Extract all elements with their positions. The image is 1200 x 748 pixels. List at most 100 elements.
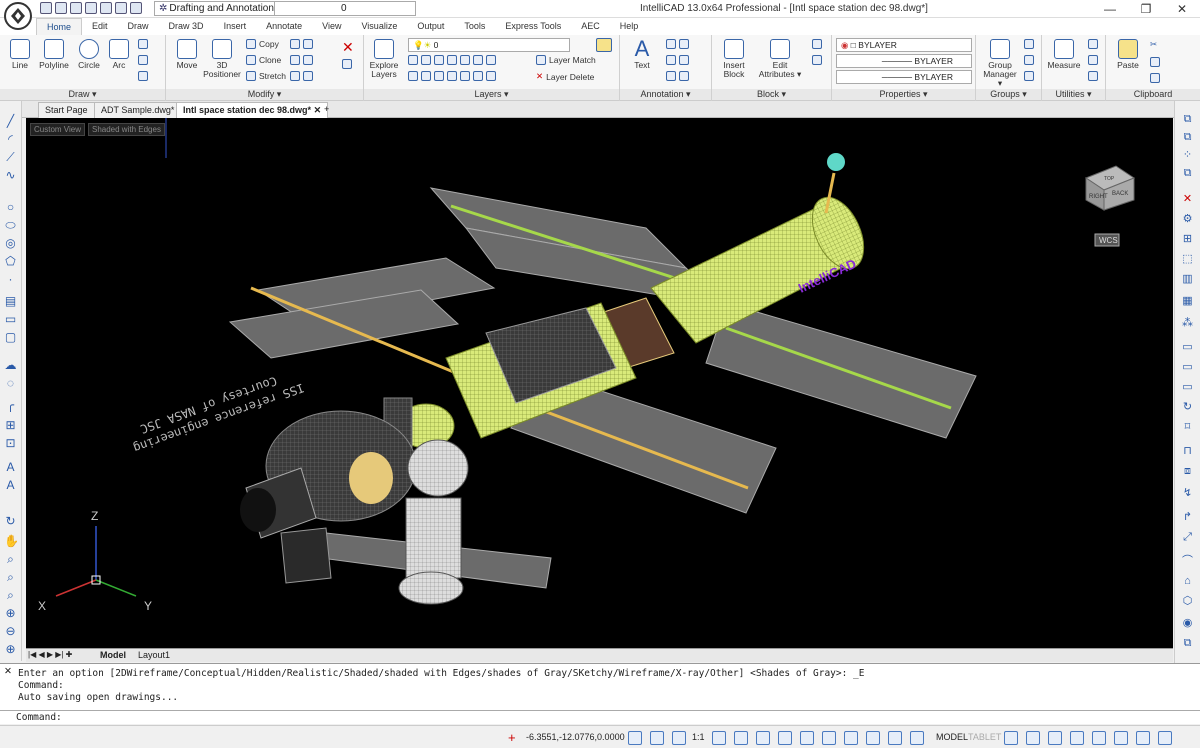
rotate-icon[interactable] bbox=[290, 39, 313, 49]
zoom-extents-icon[interactable]: ⌕ bbox=[4, 589, 17, 602]
close-button[interactable]: ✕ bbox=[1164, 0, 1200, 18]
maximize-button[interactable]: ❐ bbox=[1128, 0, 1164, 18]
view-cube[interactable]: RIGHT BACK TOP WCS bbox=[1084, 165, 1136, 247]
isolate-icon[interactable] bbox=[1092, 731, 1106, 745]
properties-panel-label[interactable]: Properties ▾ bbox=[832, 89, 975, 100]
modify-icon-11[interactable]: ▭ bbox=[1181, 341, 1194, 354]
3d-positioner-tool[interactable]: 3D Positioner bbox=[202, 39, 242, 79]
zoom-window-icon[interactable]: ⌕ bbox=[4, 571, 17, 584]
tab-express-tools[interactable]: Express Tools bbox=[495, 18, 571, 35]
zoom-icon[interactable]: ⌕ bbox=[4, 553, 17, 566]
pan-icon[interactable]: ✋ bbox=[4, 535, 19, 548]
modify-icon-4[interactable]: ⧉ bbox=[1181, 167, 1194, 180]
modify-icon-5[interactable]: ⚙ bbox=[1181, 213, 1194, 226]
modify-icon-12[interactable]: ▭ bbox=[1181, 361, 1194, 374]
draw-panel-label[interactable]: Draw ▾ bbox=[0, 89, 165, 100]
measure-tool[interactable]: Measure bbox=[1044, 39, 1084, 70]
modify-icon-16[interactable]: ⊓ bbox=[1181, 445, 1194, 458]
dimension-icon[interactable] bbox=[666, 39, 689, 49]
copy-clip-icon[interactable] bbox=[1150, 57, 1160, 67]
dyn-toggle[interactable] bbox=[822, 731, 836, 745]
modify-icon-15[interactable]: ⌑ bbox=[1181, 421, 1194, 434]
tab-edit[interactable]: Edit bbox=[82, 18, 118, 35]
print-icon[interactable] bbox=[100, 2, 112, 14]
tab-draw[interactable]: Draw bbox=[118, 18, 159, 35]
modify-icon-23[interactable]: ⬡ bbox=[1181, 595, 1194, 608]
circle-tool[interactable]: Circle bbox=[74, 39, 104, 70]
layers-panel-label[interactable]: Layers ▾ bbox=[364, 89, 619, 100]
block-panel-label[interactable]: Block ▾ bbox=[712, 89, 831, 100]
redo-icon[interactable] bbox=[130, 2, 142, 14]
explode-icon[interactable] bbox=[342, 59, 352, 69]
tab-annotate[interactable]: Annotate bbox=[256, 18, 312, 35]
modify-icon-2[interactable]: ⧉ bbox=[1181, 131, 1194, 144]
rectangle-icon[interactable]: ▭ bbox=[4, 313, 17, 326]
tab-draw-3d[interactable]: Draw 3D bbox=[159, 18, 214, 35]
move-tool[interactable]: Move bbox=[172, 39, 202, 70]
paste-tool[interactable]: Paste bbox=[1112, 39, 1144, 70]
open-icon[interactable] bbox=[55, 2, 67, 14]
zoom-out-icon[interactable]: ⊖ bbox=[4, 625, 17, 638]
line-tool[interactable]: Line bbox=[6, 39, 34, 70]
view-cube-back[interactable]: BACK bbox=[1112, 191, 1128, 197]
color-dropdown[interactable]: ◉ □ BYLAYER bbox=[836, 38, 972, 52]
annotation-panel-label[interactable]: Annotation ▾ bbox=[620, 89, 711, 100]
tp-toggle[interactable] bbox=[910, 731, 924, 745]
region-icon[interactable]: ▢ bbox=[4, 331, 17, 344]
modify-icon-7[interactable]: ⬚ bbox=[1181, 253, 1194, 266]
qp-toggle[interactable] bbox=[800, 731, 814, 745]
spline-icon[interactable] bbox=[138, 55, 148, 65]
tab-output[interactable]: Output bbox=[407, 18, 454, 35]
mtext-icon[interactable]: A bbox=[4, 479, 17, 492]
line-icon[interactable]: ╱ bbox=[4, 115, 17, 128]
cut-icon[interactable]: ✂ bbox=[1150, 39, 1157, 50]
tab-view[interactable]: View bbox=[312, 18, 351, 35]
lineweight-dropdown[interactable]: ───── BYLAYER bbox=[836, 70, 972, 84]
arc-icon[interactable]: ◜ bbox=[4, 133, 17, 146]
drawing-viewport[interactable]: Custom View Shaded with Edges IntelliCAD… bbox=[26, 118, 1173, 648]
group-manager-tool[interactable]: Group Manager ▾ bbox=[980, 39, 1020, 88]
tab-aec[interactable]: AEC bbox=[571, 18, 610, 35]
modify-icon-22[interactable]: ⌂ bbox=[1181, 575, 1194, 588]
close-command-icon[interactable]: ✕ bbox=[4, 666, 12, 678]
utilities-panel-label[interactable]: Utilities ▾ bbox=[1042, 89, 1105, 100]
tablet-indicator[interactable]: TABLET bbox=[968, 732, 1001, 742]
modify-icon-13[interactable]: ▭ bbox=[1181, 381, 1194, 394]
ucs-toggle[interactable] bbox=[888, 731, 902, 745]
lock-icon[interactable] bbox=[1070, 731, 1084, 745]
save-icon[interactable] bbox=[70, 2, 82, 14]
clone-tool[interactable]: Clone bbox=[246, 55, 281, 65]
layer-match-tool[interactable]: Layer Match bbox=[536, 55, 596, 65]
hatch-icon[interactable]: ▤ bbox=[4, 295, 17, 308]
ortho-toggle[interactable] bbox=[672, 731, 686, 745]
spline-icon[interactable]: ∿ bbox=[4, 169, 17, 182]
array-icon[interactable] bbox=[290, 71, 313, 81]
modify-icon-6[interactable]: ⊞ bbox=[1181, 233, 1194, 246]
tab-visualize[interactable]: Visualize bbox=[351, 18, 407, 35]
tab-insert[interactable]: Insert bbox=[214, 18, 257, 35]
zoom-in-icon[interactable]: ⊕ bbox=[4, 607, 17, 620]
erase-icon[interactable]: ✕ bbox=[342, 39, 354, 56]
block-tool-1[interactable] bbox=[812, 39, 822, 49]
arc-tool[interactable]: Arc bbox=[106, 39, 132, 70]
modify-icon-9[interactable]: ▦ bbox=[1181, 295, 1194, 308]
circle-icon[interactable]: ○ bbox=[4, 201, 17, 214]
layout-nav-icon[interactable]: |◀ ◀ ▶ ▶| ✚ bbox=[28, 650, 72, 659]
clipboard-panel-label[interactable]: Clipboard bbox=[1106, 89, 1200, 100]
workspace-select[interactable]: ✲Drafting and Annotation▾ bbox=[154, 1, 286, 16]
lwdisplay-toggle[interactable] bbox=[778, 731, 792, 745]
insert-block-tool[interactable]: Insert Block bbox=[716, 39, 752, 79]
undo-icon[interactable] bbox=[115, 2, 127, 14]
polyline-icon[interactable]: ⟋ bbox=[4, 151, 17, 164]
view-cube-right[interactable]: RIGHT bbox=[1089, 194, 1108, 200]
modify-icon-19[interactable]: ↱ bbox=[1181, 511, 1194, 524]
workspace-icon[interactable] bbox=[1048, 731, 1062, 745]
table-icon[interactable]: ⊞ bbox=[4, 419, 17, 432]
calculator-icon[interactable] bbox=[1088, 71, 1098, 81]
wipeout-icon[interactable]: ◌ bbox=[4, 377, 17, 390]
tab-help[interactable]: Help bbox=[610, 18, 649, 35]
group-tool-1[interactable] bbox=[1024, 39, 1034, 49]
modify-icon-24[interactable]: ◉ bbox=[1181, 617, 1194, 630]
polar-toggle[interactable] bbox=[712, 731, 726, 745]
esnap-toggle[interactable] bbox=[734, 731, 748, 745]
